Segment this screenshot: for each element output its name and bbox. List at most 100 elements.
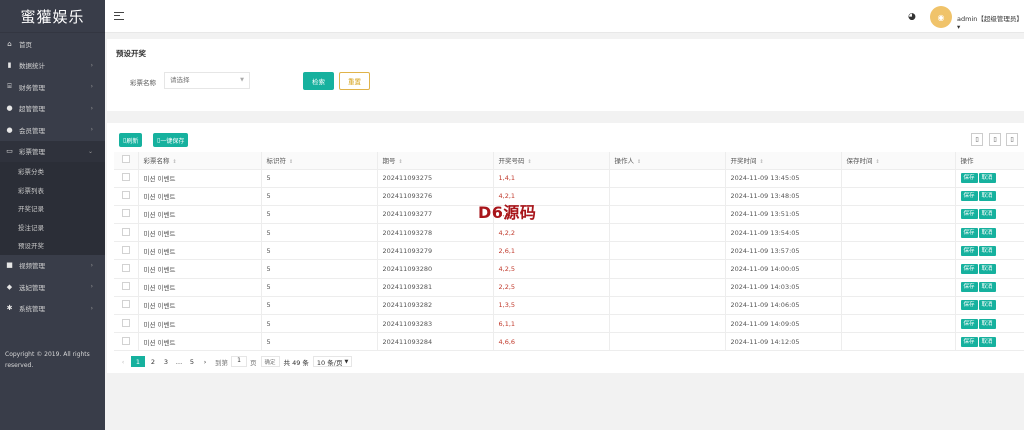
- palette-icon[interactable]: ◕: [908, 12, 916, 22]
- sort-icon[interactable]: ⇕: [289, 159, 293, 165]
- table-header-row: 彩票名称 ⇕ 标识符 ⇕ 期号 ⇕ 开奖号码 ⇕ 操作人 ⇕ 开奖时间 ⇕ 保存时间 ⇕ 操作: [114, 152, 1024, 170]
- sidebar-item-9[interactable]: ✱ 系统管理 ›: [0, 298, 105, 320]
- save-button[interactable]: 保存: [960, 318, 978, 329]
- cell-name: 미션 이벤트: [138, 187, 262, 206]
- reset-button[interactable]: 重置: [339, 72, 370, 90]
- cancel-button[interactable]: 取消: [978, 191, 996, 202]
- prev-page-button[interactable]: ‹: [118, 356, 128, 367]
- refresh-button[interactable]: ▯ 刷新: [119, 133, 143, 147]
- column-header[interactable]: 标识符 ⇕: [261, 152, 378, 170]
- next-page-button[interactable]: ›: [200, 356, 210, 367]
- cell-draw-code[interactable]: 2,2,5: [493, 278, 610, 297]
- row-checkbox[interactable]: [114, 332, 139, 352]
- sidebar-item-8[interactable]: ◆ 选妃管理 ›: [0, 276, 105, 298]
- row-checkbox[interactable]: [114, 278, 139, 297]
- cancel-button[interactable]: 取消: [978, 173, 996, 184]
- save-button[interactable]: 保存: [960, 191, 978, 202]
- page-size-select[interactable]: 10 条/页 ▼: [312, 356, 353, 367]
- sort-icon[interactable]: ⇕: [173, 159, 177, 165]
- save-button[interactable]: 保存: [960, 264, 978, 275]
- column-header[interactable]: 彩票名称 ⇕: [138, 152, 262, 170]
- page-unit-label: 页: [250, 358, 257, 367]
- cell-draw-code[interactable]: 6,1,1: [493, 314, 610, 334]
- sort-icon[interactable]: ⇕: [637, 159, 641, 165]
- menu-icon[interactable]: [114, 12, 124, 20]
- row-checkbox[interactable]: [114, 241, 139, 261]
- save-button[interactable]: 保存: [960, 227, 978, 238]
- lottery-name-select[interactable]: 请选择 ▼: [164, 72, 250, 89]
- users-icon: ●: [6, 125, 13, 134]
- cancel-button[interactable]: 取消: [978, 318, 996, 329]
- row-checkbox[interactable]: [114, 223, 139, 243]
- cell-draw-code[interactable]: 4,6,6: [493, 332, 610, 352]
- column-header[interactable]: 期号 ⇕: [377, 152, 494, 170]
- save-all-button[interactable]: ▯ 一键保存: [153, 133, 189, 147]
- cancel-button[interactable]: 取消: [978, 245, 996, 256]
- cell-draw-code[interactable]: 2,6,1: [493, 241, 610, 261]
- cancel-button[interactable]: 取消: [978, 227, 996, 238]
- page-button[interactable]: 1: [131, 356, 145, 367]
- cell-draw-code[interactable]: 4,2,5: [493, 259, 610, 279]
- submenu-item[interactable]: 彩票分类: [0, 162, 105, 181]
- cell-draw-code[interactable]: 4,2,2: [493, 223, 610, 243]
- submenu-item[interactable]: 彩票列表: [0, 181, 105, 200]
- column-header[interactable]: 开奖号码 ⇕: [493, 152, 610, 170]
- table-row: 미션 이벤트 5 202411093278 4,2,2 2024-11-09 13:54…: [114, 223, 1024, 243]
- cancel-button[interactable]: 取消: [978, 264, 996, 275]
- save-button[interactable]: 保存: [960, 209, 978, 220]
- row-checkbox[interactable]: [114, 296, 139, 316]
- select-all-checkbox[interactable]: [114, 152, 139, 170]
- cancel-button[interactable]: 取消: [978, 336, 996, 347]
- sort-icon[interactable]: ⇕: [876, 159, 880, 165]
- app-logo[interactable]: 蜜獾娱乐: [0, 0, 105, 33]
- search-button[interactable]: 检索: [303, 72, 334, 90]
- row-checkbox[interactable]: [114, 169, 139, 188]
- cell-draw-code[interactable]: 1,3,5: [493, 296, 610, 316]
- page-button[interactable]: 5: [187, 356, 197, 367]
- row-checkbox[interactable]: [114, 314, 139, 334]
- cancel-button[interactable]: 取消: [978, 282, 996, 293]
- save-button[interactable]: 保存: [960, 245, 978, 256]
- avatar[interactable]: ◉: [930, 6, 952, 28]
- save-button[interactable]: 保存: [960, 173, 978, 184]
- cell-draw-time: 2024-11-09 14:09:05: [725, 314, 842, 334]
- save-button[interactable]: 保存: [960, 282, 978, 293]
- user-name: admin【超级管理员】: [957, 15, 1023, 23]
- submenu-item[interactable]: 预设开奖: [0, 236, 105, 255]
- sidebar-item-3[interactable]: ⌸ 财务管理 ›: [0, 76, 105, 98]
- column-header[interactable]: 开奖时间 ⇕: [725, 152, 842, 170]
- cell-draw-code[interactable]: 1,4,1: [493, 169, 610, 188]
- sort-icon[interactable]: ⇕: [760, 159, 764, 165]
- row-checkbox[interactable]: [114, 259, 139, 279]
- page-button[interactable]: 3: [161, 356, 171, 367]
- sidebar-item-2[interactable]: ▮ 数据统计 ›: [0, 55, 105, 77]
- column-header[interactable]: 操作人 ⇕: [609, 152, 726, 170]
- cancel-button[interactable]: 取消: [978, 300, 996, 311]
- row-checkbox[interactable]: [114, 205, 139, 225]
- sidebar-item-6[interactable]: ▭ 彩票管理 ⌄: [0, 140, 105, 162]
- sidebar-item-4[interactable]: ● 超管管理 ›: [0, 98, 105, 120]
- submenu-item[interactable]: 投注记录: [0, 218, 105, 237]
- page-button[interactable]: 2: [148, 356, 158, 367]
- chevron-down-icon: ▼: [344, 358, 349, 365]
- sort-icon[interactable]: ⇕: [528, 159, 532, 165]
- submenu-item[interactable]: 开奖记录: [0, 199, 105, 218]
- save-button[interactable]: 保存: [960, 336, 978, 347]
- column-header[interactable]: 保存时间 ⇕: [841, 152, 956, 170]
- sidebar-item-1[interactable]: ⌂ 首页: [0, 33, 105, 55]
- cell-draw-time: 2024-11-09 13:57:05: [725, 241, 842, 261]
- sidebar-item-5[interactable]: ● 会员管理 ›: [0, 119, 105, 141]
- columns-icon[interactable]: ▯: [971, 133, 983, 146]
- select-placeholder: 请选择: [170, 76, 190, 84]
- cancel-button[interactable]: 取消: [978, 209, 996, 220]
- goto-confirm-button[interactable]: 确定: [260, 356, 280, 367]
- row-checkbox[interactable]: [114, 187, 139, 206]
- goto-page-input[interactable]: 1: [231, 356, 247, 367]
- print-icon[interactable]: ▯: [1006, 133, 1018, 146]
- sidebar-item-7[interactable]: ■ 视频管理 ›: [0, 255, 105, 277]
- user-menu[interactable]: admin【超级管理员】 ▾: [957, 13, 1024, 31]
- save-button[interactable]: 保存: [960, 300, 978, 311]
- chevron-icon: ›: [90, 283, 93, 291]
- sort-icon[interactable]: ⇕: [399, 159, 403, 165]
- export-icon[interactable]: ▯: [989, 133, 1001, 146]
